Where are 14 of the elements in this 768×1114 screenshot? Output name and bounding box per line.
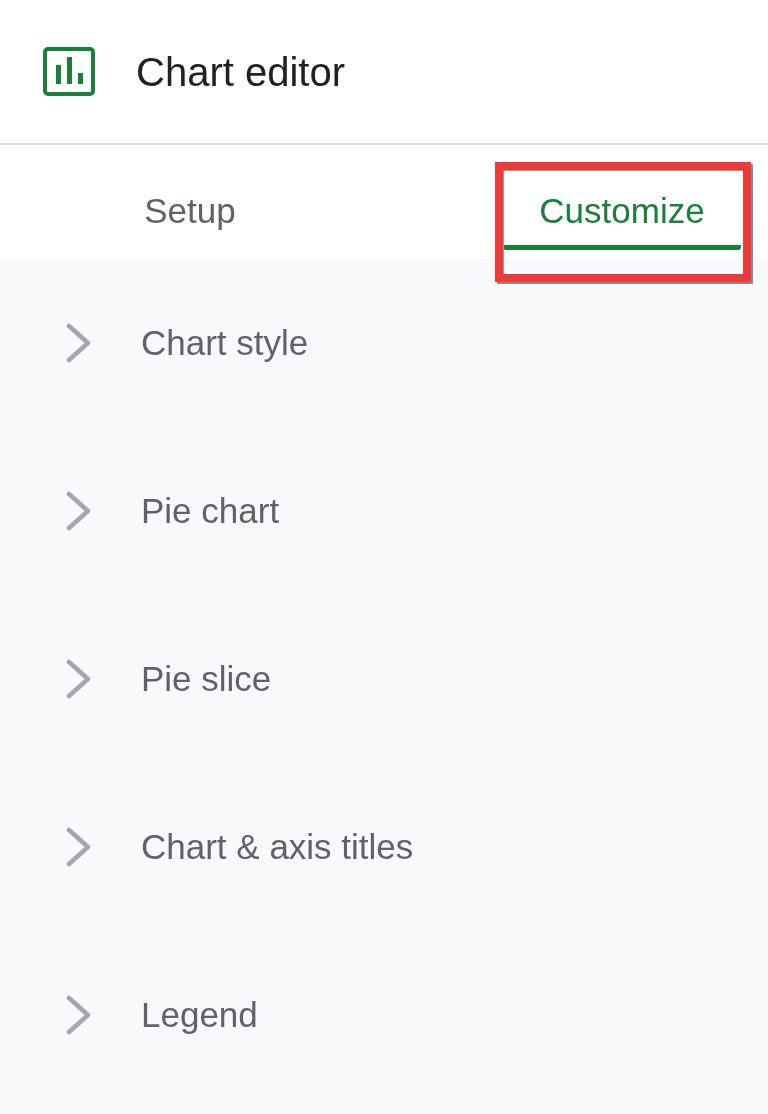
section-label[interactable]: Pie slice (141, 658, 272, 700)
chevron-icon[interactable] (66, 659, 92, 699)
section-label[interactable]: Pie chart (141, 490, 280, 532)
panel-title: Chart editor (136, 48, 345, 96)
chevron-icon[interactable] (66, 491, 92, 531)
chevron-icon[interactable] (66, 323, 92, 363)
chevron-icon[interactable] (66, 827, 92, 867)
section-label[interactable]: Chart style (141, 322, 309, 364)
tab[interactable]: Customize (503, 170, 741, 250)
chevron-icon[interactable] (66, 995, 92, 1035)
section-label[interactable]: Legend (141, 994, 258, 1036)
section-label[interactable]: Chart & axis titles (141, 826, 414, 868)
tab[interactable]: Setup (115, 170, 265, 250)
bar-chart-icon (43, 47, 95, 96)
